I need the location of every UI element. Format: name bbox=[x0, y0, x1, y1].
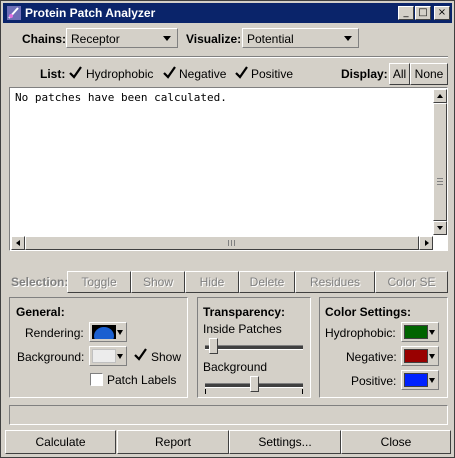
color-settings-title: Color Settings: bbox=[325, 305, 411, 319]
background-transparency-slider[interactable] bbox=[203, 376, 305, 396]
background-transparency-slider-thumb[interactable] bbox=[249, 376, 259, 392]
rendering-select[interactable] bbox=[89, 322, 127, 342]
settings-button[interactable]: Settings... bbox=[229, 430, 341, 454]
show-button[interactable]: Show bbox=[131, 271, 185, 293]
inside-patches-slider[interactable] bbox=[203, 338, 305, 358]
delete-button[interactable]: Delete bbox=[239, 271, 295, 293]
patch-labels-label[interactable]: Patch Labels bbox=[107, 373, 176, 387]
hydrophobic-checkbox[interactable] bbox=[69, 66, 82, 79]
inside-patches-label: Inside Patches bbox=[203, 322, 282, 336]
close-window-button[interactable]: × bbox=[434, 6, 450, 20]
chains-value: Receptor bbox=[71, 32, 120, 46]
window: Protein Patch Analyzer _ □ × Chains: Rec… bbox=[0, 0, 455, 458]
negative-color-swatch bbox=[404, 349, 428, 363]
close-icon: × bbox=[437, 7, 447, 18]
chains-select[interactable]: Receptor bbox=[66, 28, 178, 48]
visualize-select[interactable]: Potential bbox=[242, 28, 359, 48]
chevron-down-icon bbox=[429, 378, 435, 383]
color-settings-group: Color Settings: Hydrophobic: Negative: P… bbox=[319, 297, 448, 398]
patch-labels-checkbox[interactable] bbox=[90, 373, 103, 386]
chevron-down-icon bbox=[163, 36, 171, 41]
color-se-button[interactable]: Color SE bbox=[375, 271, 448, 293]
chevron-down-icon bbox=[117, 330, 123, 335]
selection-label: Selection: bbox=[11, 275, 69, 289]
status-bar bbox=[9, 405, 448, 425]
maximize-icon: □ bbox=[418, 7, 428, 18]
scroll-down-button[interactable] bbox=[433, 221, 447, 235]
display-all-button[interactable]: All bbox=[389, 63, 410, 85]
minimize-icon: _ bbox=[403, 7, 409, 18]
arrow-right-icon bbox=[425, 240, 429, 246]
positive-color-label: Positive: bbox=[351, 374, 397, 388]
visualize-value: Potential bbox=[247, 32, 294, 46]
minimize-button[interactable]: _ bbox=[398, 6, 414, 20]
transparency-title: Transparency: bbox=[203, 305, 286, 319]
arrow-up-icon bbox=[437, 94, 443, 98]
patch-list-text: No patches have been calculated. bbox=[15, 91, 227, 104]
positive-color-select[interactable] bbox=[401, 370, 439, 390]
maximize-button[interactable]: □ bbox=[415, 6, 431, 20]
toggle-button[interactable]: Toggle bbox=[67, 271, 131, 293]
horizontal-scrollbar[interactable] bbox=[11, 236, 433, 250]
rendering-solid-icon bbox=[92, 325, 116, 339]
show-background-checkbox[interactable] bbox=[134, 348, 147, 361]
chains-label: Chains: bbox=[22, 32, 67, 46]
display-none-button[interactable]: None bbox=[410, 63, 448, 85]
general-group: General: Rendering: Background: Show Pat… bbox=[9, 297, 188, 398]
hydrophobic-color-swatch bbox=[404, 325, 428, 339]
visualize-label: Visualize: bbox=[186, 32, 242, 46]
positive-option-label[interactable]: Positive bbox=[251, 67, 293, 81]
chevron-down-icon bbox=[117, 354, 123, 359]
report-button[interactable]: Report bbox=[117, 430, 229, 454]
negative-color-select[interactable] bbox=[401, 346, 439, 366]
general-title: General: bbox=[16, 305, 65, 319]
chevron-down-icon bbox=[344, 36, 352, 41]
rendering-label: Rendering: bbox=[25, 326, 84, 340]
arrow-left-icon bbox=[16, 240, 20, 246]
app-icon bbox=[7, 6, 21, 20]
hydrophobic-color-label: Hydrophobic: bbox=[325, 326, 396, 340]
window-title: Protein Patch Analyzer bbox=[25, 6, 156, 20]
title-bar[interactable]: Protein Patch Analyzer _ □ × bbox=[3, 3, 452, 23]
negative-color-label: Negative: bbox=[346, 350, 397, 364]
negative-checkbox[interactable] bbox=[163, 66, 176, 79]
transparency-group: Transparency: Inside Patches Background bbox=[197, 297, 311, 398]
vertical-scroll-thumb[interactable] bbox=[433, 103, 447, 221]
residues-button[interactable]: Residues bbox=[295, 271, 375, 293]
close-button[interactable]: Close bbox=[341, 430, 451, 454]
positive-checkbox[interactable] bbox=[235, 66, 248, 79]
calculate-button[interactable]: Calculate bbox=[5, 430, 116, 454]
show-label[interactable]: Show bbox=[151, 350, 181, 364]
background-select[interactable] bbox=[89, 346, 127, 366]
list-label: List: bbox=[40, 67, 66, 81]
scroll-up-button[interactable] bbox=[433, 89, 447, 103]
hydrophobic-option-label[interactable]: Hydrophobic bbox=[86, 67, 153, 81]
separator bbox=[9, 56, 448, 58]
horizontal-scroll-thumb[interactable] bbox=[25, 236, 419, 250]
display-label: Display: bbox=[341, 67, 388, 81]
background-transparency-label: Background bbox=[203, 360, 268, 374]
background-label: Background: bbox=[17, 350, 85, 364]
vertical-scrollbar[interactable] bbox=[433, 89, 447, 235]
background-color-swatch bbox=[92, 349, 116, 363]
hydrophobic-color-select[interactable] bbox=[401, 322, 439, 342]
arrow-down-icon bbox=[437, 226, 443, 230]
hide-button[interactable]: Hide bbox=[185, 271, 239, 293]
scroll-left-button[interactable] bbox=[11, 236, 25, 250]
negative-option-label[interactable]: Negative bbox=[179, 67, 226, 81]
positive-color-swatch bbox=[404, 373, 428, 387]
chevron-down-icon bbox=[429, 354, 435, 359]
patch-list-area[interactable]: No patches have been calculated. bbox=[9, 87, 448, 251]
inside-patches-slider-thumb[interactable] bbox=[209, 338, 219, 354]
scroll-right-button[interactable] bbox=[419, 236, 433, 250]
chevron-down-icon bbox=[429, 330, 435, 335]
